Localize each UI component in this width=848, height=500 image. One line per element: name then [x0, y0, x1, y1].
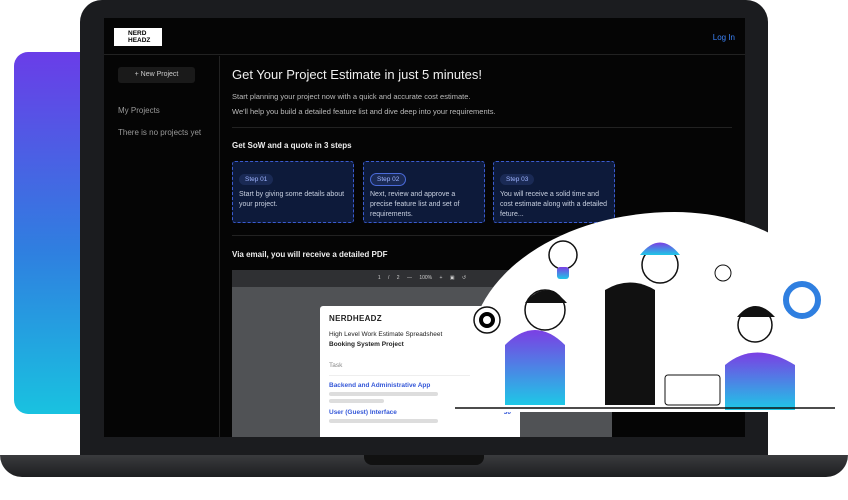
header: NERD HEADZ Log In — [104, 18, 745, 55]
page-count: / 2 — [388, 275, 400, 281]
chart-ring-icon — [783, 281, 821, 319]
step-card: Step 02 Next, review and approve a precis… — [363, 161, 485, 223]
new-project-button[interactable]: + New Project — [118, 67, 195, 83]
intro-text: Start planning your project now with a q… — [232, 92, 471, 101]
gear-icon — [473, 306, 501, 334]
task-name: User (Guest) Interface — [329, 409, 397, 416]
intro-text: We'll help you build a detailed feature … — [232, 107, 496, 116]
step-card: Step 01 Start by giving some details abou… — [232, 161, 354, 223]
step-badge: Step 02 — [370, 173, 407, 186]
person-right — [725, 352, 795, 410]
page-number[interactable]: 1 — [378, 275, 381, 281]
step-text: Start by giving some details about your … — [239, 191, 345, 208]
gear-icon — [714, 264, 732, 282]
laptop-icon — [664, 374, 721, 406]
lightbulb-icon — [548, 240, 578, 279]
person-center — [605, 282, 655, 405]
step-badge: Step 03 — [500, 174, 535, 185]
placeholder-bar — [329, 419, 439, 423]
page-title: Get Your Project Estimate in just 5 minu… — [232, 67, 483, 82]
logo[interactable]: NERD HEADZ — [114, 28, 162, 46]
login-link[interactable]: Log In — [713, 33, 735, 42]
step-card: Step 03 You will receive a solid time and… — [493, 161, 615, 223]
team-illustration — [455, 240, 835, 410]
placeholder-bar — [329, 399, 384, 403]
fit-page-icon[interactable]: ▣ — [450, 275, 455, 281]
zoom-level[interactable]: 100% — [419, 275, 432, 281]
zoom-in-icon[interactable]: + — [440, 275, 443, 281]
empty-projects-text: There is no projects yet — [118, 128, 202, 137]
step-badge: Step 01 — [239, 174, 274, 185]
steps-heading: Get SoW and a quote in 3 steps — [232, 141, 352, 150]
pdf-heading: Via email, you will receive a detailed P… — [232, 250, 388, 259]
laptop-notch — [364, 455, 484, 465]
placeholder-bar — [329, 392, 439, 396]
zoom-out-icon[interactable]: — — [407, 275, 412, 281]
person-left — [505, 330, 565, 405]
my-projects-label: My Projects — [118, 106, 160, 115]
task-name: Backend and Administrative App — [329, 382, 431, 389]
divider — [232, 127, 732, 128]
sidebar: + New Project My Projects There is no pr… — [104, 56, 220, 437]
